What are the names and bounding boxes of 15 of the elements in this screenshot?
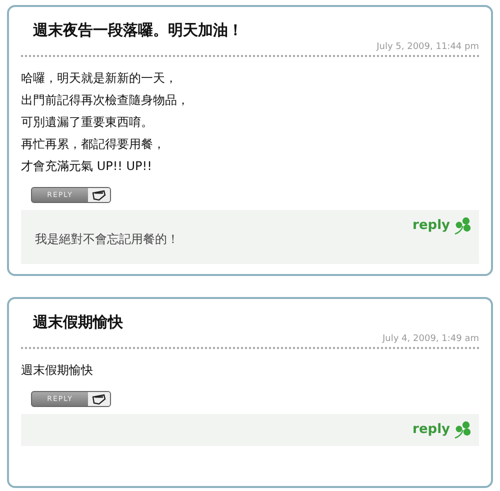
clover-icon xyxy=(453,420,473,439)
post-text: 才會充滿元氣 UP!! UP!! xyxy=(21,158,153,175)
post-title: 週末夜告一段落囉。明天加油！ xyxy=(33,20,244,41)
post-text: 可別遺漏了重要東西唷。 xyxy=(21,114,154,131)
post-text: 出門前記得再次檢查隨身物品， xyxy=(21,92,190,109)
post-title: 週末假期愉快 xyxy=(33,312,124,333)
post-text: 哈囉，明天就是新新的一天， xyxy=(21,70,178,87)
comment-text: 我是絕對不會忘記用餐的！ xyxy=(35,231,179,248)
reply-link[interactable]: reply xyxy=(412,216,473,236)
post-text: 週末假期愉快 xyxy=(21,362,94,379)
post-text: 再忙再累，都記得要用餐， xyxy=(21,136,166,153)
clover-icon xyxy=(453,216,473,235)
post-date: July 4, 2009, 1:49 am xyxy=(381,333,479,345)
reply-link[interactable]: reply xyxy=(412,420,473,440)
post-date: July 5, 2009, 11:44 pm xyxy=(375,41,479,53)
